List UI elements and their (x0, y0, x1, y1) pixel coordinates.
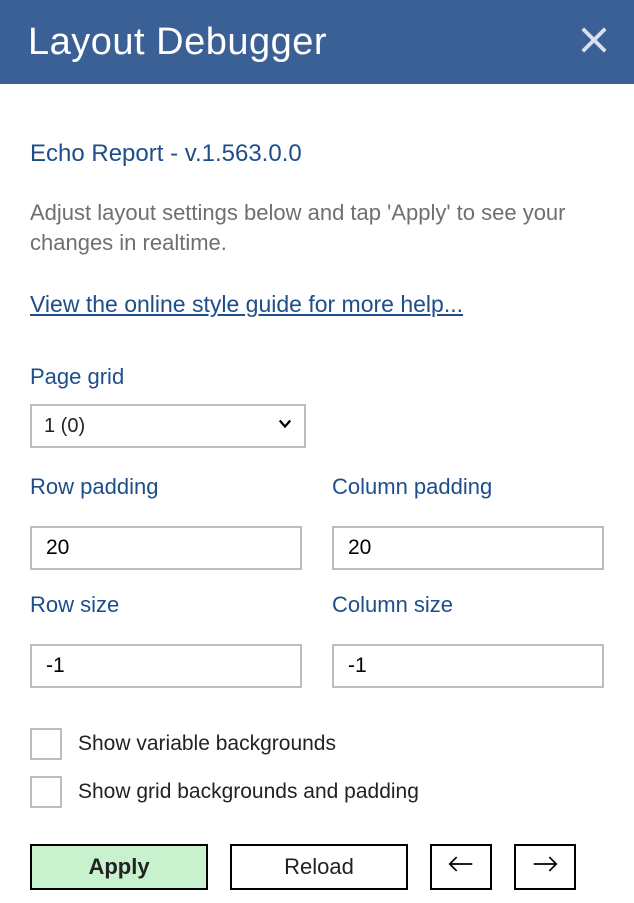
row-padding-input[interactable] (30, 526, 302, 570)
page-grid-label: Page grid (30, 364, 604, 390)
row-size-input[interactable] (30, 644, 302, 688)
grid-bg-row: Show grid backgrounds and padding (30, 776, 604, 808)
grid-bg-label: Show grid backgrounds and padding (78, 780, 419, 804)
button-row: Apply Reload (30, 844, 604, 890)
help-link[interactable]: View the online style guide for more hel… (30, 291, 463, 318)
app-version-label: Echo Report - v.1.563.0.0 (30, 140, 604, 168)
row-padding-field: Row padding (30, 474, 302, 570)
reload-button[interactable]: Reload (230, 844, 408, 890)
variable-bg-row: Show variable backgrounds (30, 728, 604, 760)
content-area: Echo Report - v.1.563.0.0 Adjust layout … (0, 84, 634, 890)
grid-bg-checkbox[interactable] (30, 776, 62, 808)
forward-button[interactable] (514, 844, 576, 890)
back-button[interactable] (430, 844, 492, 890)
column-size-label: Column size (332, 592, 604, 618)
row-size-field: Row size (30, 592, 302, 688)
apply-button[interactable]: Apply (30, 844, 208, 890)
page-grid-selected-value: 1 (0) (30, 404, 306, 448)
row-size-label: Row size (30, 592, 302, 618)
column-padding-label: Column padding (332, 474, 604, 500)
description-text: Adjust layout settings below and tap 'Ap… (30, 198, 590, 257)
row-padding-label: Row padding (30, 474, 302, 500)
column-size-input[interactable] (332, 644, 604, 688)
column-padding-input[interactable] (332, 526, 604, 570)
close-icon (579, 25, 609, 60)
column-size-field: Column size (332, 592, 604, 688)
arrow-left-icon (448, 854, 474, 880)
window-title: Layout Debugger (28, 21, 327, 64)
arrow-right-icon (532, 854, 558, 880)
variable-bg-label: Show variable backgrounds (78, 732, 336, 756)
page-grid-select[interactable]: 1 (0) (30, 404, 306, 448)
variable-bg-checkbox[interactable] (30, 728, 62, 760)
close-button[interactable] (576, 24, 612, 60)
column-padding-field: Column padding (332, 474, 604, 570)
titlebar: Layout Debugger (0, 0, 634, 84)
